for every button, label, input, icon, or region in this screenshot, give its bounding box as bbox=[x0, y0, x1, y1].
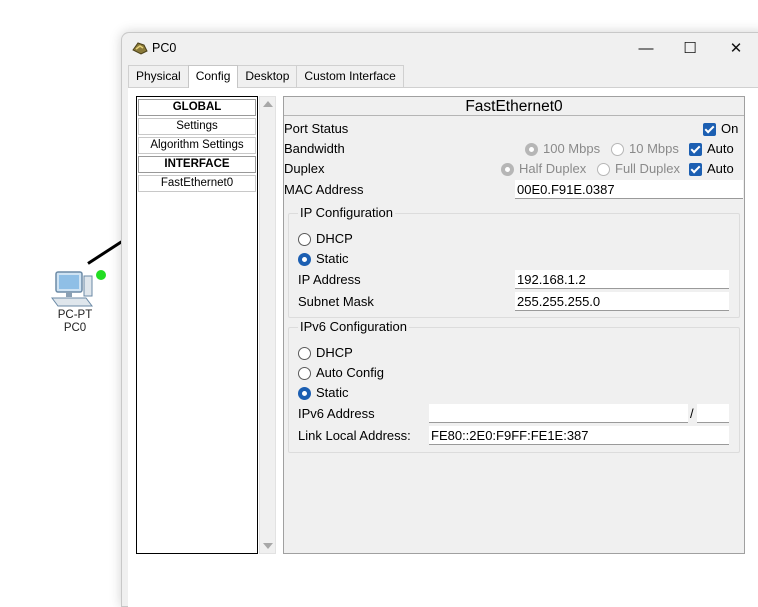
device-name-label: PC0 bbox=[63, 322, 87, 334]
bandwidth-auto-label: Auto bbox=[707, 141, 734, 156]
close-button[interactable]: ✕ bbox=[714, 36, 758, 60]
tab-desktop[interactable]: Desktop bbox=[237, 65, 298, 87]
nav-item-settings[interactable]: Settings bbox=[138, 118, 256, 135]
scroll-up-icon[interactable] bbox=[263, 101, 273, 107]
duplex-half-label: Half Duplex bbox=[519, 161, 587, 176]
radio-icon bbox=[298, 232, 311, 246]
radio-selected-icon bbox=[525, 142, 538, 156]
device-type-label: PC-PT bbox=[57, 309, 93, 321]
ipv6-auto-config-label: Auto Config bbox=[316, 365, 384, 380]
config-nav-list: GLOBAL Settings Algorithm Settings INTER… bbox=[136, 96, 258, 554]
duplex-full-label: Full Duplex bbox=[615, 161, 681, 176]
ip-address-input[interactable] bbox=[515, 270, 729, 289]
checkbox-checked-icon bbox=[689, 162, 702, 176]
nav-item-fastethernet0[interactable]: FastEthernet0 bbox=[138, 175, 256, 192]
ipv6-prefix-input[interactable] bbox=[697, 404, 729, 423]
nav-header-interface[interactable]: INTERFACE bbox=[138, 156, 256, 173]
radio-icon bbox=[298, 346, 311, 360]
port-status-on-label: On bbox=[721, 121, 739, 136]
port-status-on-checkbox[interactable]: On bbox=[703, 121, 738, 137]
ipv6-dhcp-label: DHCP bbox=[316, 345, 353, 360]
radio-selected-icon bbox=[298, 252, 311, 266]
bandwidth-10-radio[interactable]: 10 Mbps bbox=[611, 141, 679, 157]
subnet-mask-input[interactable] bbox=[515, 292, 729, 311]
ipv6-address-input[interactable] bbox=[429, 404, 688, 423]
radio-icon bbox=[611, 142, 624, 156]
link-local-address-label: Link Local Address: bbox=[298, 428, 411, 443]
duplex-half-radio[interactable]: Half Duplex bbox=[501, 161, 586, 177]
link-local-address-input[interactable] bbox=[429, 426, 729, 445]
tab-bar: Physical Config Desktop Custom Interface bbox=[128, 65, 404, 88]
ipv6-configuration-title: IPv6 Configuration bbox=[298, 319, 409, 335]
bandwidth-auto-checkbox[interactable]: Auto bbox=[689, 141, 734, 157]
scroll-down-icon[interactable] bbox=[263, 543, 273, 549]
minimize-icon: — bbox=[638, 39, 654, 57]
bandwidth-label: Bandwidth bbox=[284, 141, 345, 156]
radio-icon bbox=[597, 162, 610, 176]
ip-static-radio[interactable]: Static bbox=[298, 251, 349, 267]
bandwidth-100-label: 100 Mbps bbox=[543, 141, 601, 156]
duplex-auto-label: Auto bbox=[707, 161, 734, 176]
nav-item-algorithm-settings[interactable]: Algorithm Settings bbox=[138, 137, 256, 154]
tab-config[interactable]: Config bbox=[187, 65, 239, 88]
ipv6-configuration-group: IPv6 Configuration DHCP Auto Config Stat… bbox=[288, 319, 740, 453]
checkbox-checked-icon bbox=[689, 142, 702, 156]
tab-physical[interactable]: Physical bbox=[128, 65, 189, 87]
minimize-button[interactable]: — bbox=[624, 36, 668, 60]
nav-scrollbar[interactable] bbox=[259, 96, 276, 554]
tab-custom-interface[interactable]: Custom Interface bbox=[296, 65, 404, 87]
ip-dhcp-label: DHCP bbox=[316, 231, 353, 246]
nav-header-global[interactable]: GLOBAL bbox=[138, 99, 256, 116]
ip-configuration-group: IP Configuration DHCP Static IP Address … bbox=[288, 205, 740, 318]
maximize-icon: ☐ bbox=[683, 40, 697, 57]
device-config-window: PC0 — ☐ ✕ Physical Config Desktop Custom… bbox=[121, 32, 758, 607]
ipv6-dhcp-radio[interactable]: DHCP bbox=[298, 345, 353, 361]
network-link-cable bbox=[87, 240, 123, 265]
pc-computer-icon[interactable] bbox=[50, 270, 98, 310]
ipv6-address-label: IPv6 Address bbox=[298, 406, 375, 421]
radio-selected-icon bbox=[501, 162, 514, 176]
mac-address-label: MAC Address bbox=[284, 182, 364, 197]
bandwidth-10-label: 10 Mbps bbox=[629, 141, 679, 156]
bandwidth-100-radio[interactable]: 100 Mbps bbox=[525, 141, 600, 157]
radio-icon bbox=[298, 366, 311, 380]
port-status-label: Port Status bbox=[284, 121, 349, 136]
duplex-auto-checkbox[interactable]: Auto bbox=[689, 161, 734, 177]
ipv6-auto-config-radio[interactable]: Auto Config bbox=[298, 365, 384, 381]
interface-title: FastEthernet0 bbox=[284, 97, 744, 116]
ip-dhcp-radio[interactable]: DHCP bbox=[298, 231, 353, 247]
window-title: PC0 bbox=[152, 41, 177, 55]
close-icon: ✕ bbox=[729, 40, 743, 57]
prefix-separator: / bbox=[690, 406, 694, 421]
subnet-mask-label: Subnet Mask bbox=[298, 294, 374, 309]
packet-tracer-icon bbox=[132, 41, 148, 55]
radio-selected-icon bbox=[298, 386, 311, 400]
title-bar[interactable]: PC0 — ☐ ✕ bbox=[122, 33, 758, 63]
duplex-full-radio[interactable]: Full Duplex bbox=[597, 161, 680, 177]
ipv6-static-label: Static bbox=[316, 385, 349, 400]
ipv6-static-radio[interactable]: Static bbox=[298, 385, 349, 401]
mac-address-input[interactable] bbox=[515, 180, 743, 199]
duplex-label: Duplex bbox=[284, 161, 325, 176]
config-panel: GLOBAL Settings Algorithm Settings INTER… bbox=[128, 87, 758, 607]
maximize-button[interactable]: ☐ bbox=[668, 36, 712, 60]
interface-settings-panel: FastEthernet0 Port Status On Bandwidth 1… bbox=[283, 96, 745, 554]
ip-configuration-title: IP Configuration bbox=[298, 205, 395, 221]
checkbox-checked-icon bbox=[703, 122, 716, 136]
ip-address-label: IP Address bbox=[298, 272, 361, 287]
ip-static-label: Static bbox=[316, 251, 349, 266]
